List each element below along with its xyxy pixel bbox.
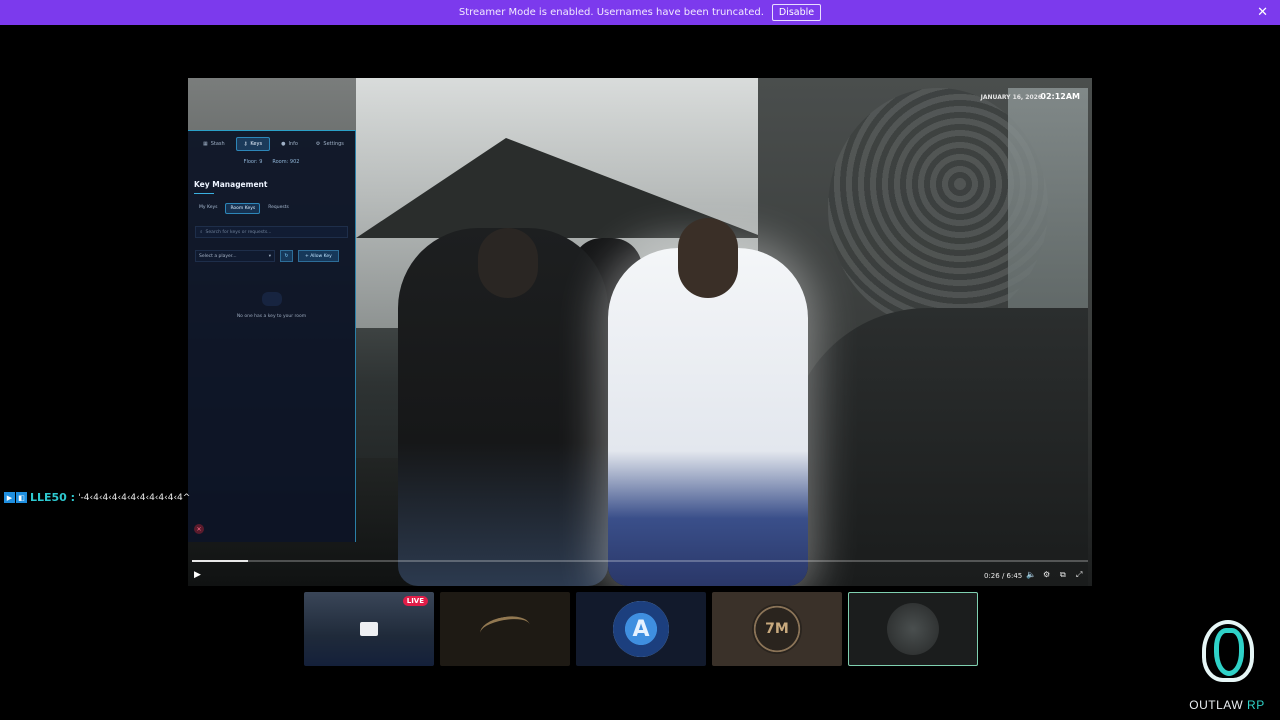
tab-keys-label: Keys (250, 141, 263, 147)
video-player[interactable]: JANUARY 16, 2026 02:12AM ▦ Stash ⚷ Keys … (188, 78, 1092, 586)
refresh-button[interactable]: ↻ (280, 250, 293, 262)
gear-icon: ⚙ (315, 141, 321, 147)
channel-avatar-icon (887, 603, 939, 655)
prime-badge-icon: ▶ (4, 492, 15, 503)
floor-stat: Floor: 9 (243, 159, 263, 165)
subtab-room-keys[interactable]: Room Keys (225, 203, 261, 214)
room-stat: Room: 902 (272, 159, 300, 165)
hud-date: JANUARY 16, 2026 (980, 94, 1042, 101)
pip-icon[interactable]: ⧉ (1060, 570, 1066, 580)
player-select[interactable]: Select a player... ▾ (195, 250, 275, 262)
box-icon: ▦ (203, 141, 208, 147)
stream-thumbnails: LIVE A 7M (304, 592, 978, 666)
thumb-logo-2[interactable] (440, 592, 570, 666)
search-placeholder: Search for keys or requests... (205, 229, 272, 235)
disable-button[interactable]: Disable (771, 4, 822, 21)
settings-icon[interactable]: ⚙ (1043, 570, 1050, 579)
brush-logo-icon (478, 612, 532, 646)
tab-stash-label: Stash (210, 141, 225, 147)
chat-badges: ▶ ◧ (4, 492, 27, 503)
thumb-logo-a[interactable]: A (576, 592, 706, 666)
allow-key-label: Allow Key (310, 253, 332, 259)
thumb-live-stream[interactable]: LIVE (304, 592, 434, 666)
monitor-icon (360, 622, 378, 636)
chat-message: '-4‹4‹4‹4‹4‹4‹4‹4‹4‹4‹4^ (78, 492, 191, 503)
character-right (608, 248, 808, 586)
search-icon: ⌕ (200, 230, 203, 235)
sub-badge-icon: ◧ (16, 492, 27, 503)
chat-username[interactable]: LLE50 : (30, 491, 75, 504)
volume-icon[interactable]: 🔈 (1026, 570, 1036, 579)
chevron-down-icon: ▾ (268, 253, 271, 259)
banner-message: Streamer Mode is enabled. Usernames have… (458, 7, 764, 18)
tab-info[interactable]: ● Info (274, 137, 305, 151)
brand-mark-inner (1214, 628, 1244, 676)
character-right-head (678, 218, 738, 298)
outlaw-rp-logo: OUTLAW RP (1184, 620, 1270, 716)
chat-line: ▶ ◧ LLE50 : '-4‹4‹4‹4‹4‹4‹4‹4‹4‹4‹4^ (4, 491, 190, 504)
fullscreen-icon[interactable]: ⤢ (1076, 570, 1082, 580)
player-select-value: Select a player... (199, 253, 237, 259)
subtab-my-keys[interactable]: My Keys (195, 203, 221, 214)
play-icon[interactable]: ▶ (194, 570, 201, 580)
progress-bar[interactable] (192, 560, 1088, 562)
heading-underline (194, 193, 214, 194)
thumb-selected[interactable] (848, 592, 978, 666)
playback-time: 0:26 / 6:45 (984, 572, 1023, 580)
room-stats: Floor: 9 Room: 902 (188, 159, 355, 165)
7m-logo-icon: 7M (752, 604, 802, 654)
key-management-tablet: ▦ Stash ⚷ Keys ● Info ⚙ Settings Floor: … (188, 130, 356, 542)
close-icon[interactable]: ✕ (194, 524, 204, 534)
section-heading: Key Management (194, 180, 268, 189)
character-left-head (478, 228, 538, 298)
tab-info-label: Info (288, 141, 298, 147)
tablet-tabs: ▦ Stash ⚷ Keys ● Info ⚙ Settings (188, 131, 355, 155)
key-icon: ⚷ (243, 141, 248, 147)
progress-fill (192, 560, 249, 562)
live-badge: LIVE (402, 596, 428, 606)
tab-settings-label: Settings (323, 141, 344, 147)
brand-text: OUTLAW RP (1184, 698, 1270, 712)
hud-time: 02:12AM (1040, 92, 1080, 101)
scene-counter (788, 308, 1088, 586)
tab-keys[interactable]: ⚷ Keys (235, 137, 271, 151)
brand-suffix: RP (1247, 698, 1265, 712)
info-icon: ● (281, 141, 286, 147)
refresh-icon: ↻ (284, 253, 289, 259)
close-icon[interactable]: ✕ (1257, 5, 1268, 20)
key-subtabs: My Keys Room Keys Requests (195, 203, 355, 214)
streamer-mode-banner: Streamer Mode is enabled. Usernames have… (0, 0, 1280, 25)
key-controls: Select a player... ▾ ↻ + Allow Key (195, 250, 348, 262)
empty-state-icon (261, 292, 282, 306)
subtab-requests[interactable]: Requests (264, 203, 293, 214)
allow-key-button[interactable]: + Allow Key (298, 250, 339, 262)
tab-settings[interactable]: ⚙ Settings (309, 137, 351, 151)
brand-name: OUTLAW (1189, 698, 1244, 712)
tab-stash[interactable]: ▦ Stash (196, 137, 232, 151)
thumb-logo-7m[interactable]: 7M (712, 592, 842, 666)
empty-state-message: No one has a key to your room (236, 314, 307, 319)
a-logo-icon: A (613, 601, 669, 657)
search-input[interactable]: ⌕ Search for keys or requests... (195, 226, 348, 238)
